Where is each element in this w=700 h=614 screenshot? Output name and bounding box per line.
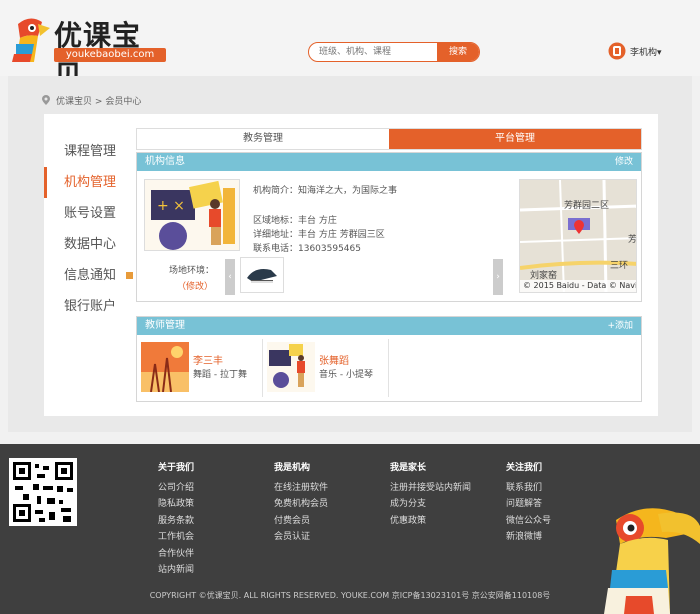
map-label-fang: 芳 (628, 235, 637, 245)
venue-next-arrow[interactable]: › (493, 259, 503, 295)
sidebar-item-account[interactable]: 账号设置 (44, 198, 116, 229)
org-image: + × (144, 179, 240, 251)
venue-edit-link[interactable]: （修改） (177, 279, 213, 292)
footer-link[interactable]: 注册并接受站内新闻 (390, 480, 471, 496)
org-address: 详细地址：丰台 方庄 芳群园三区 (253, 230, 385, 240)
breadcrumb: 优课宝贝 > 会员中心 (42, 94, 141, 107)
music-image-icon (267, 342, 315, 392)
footer-link[interactable]: 新浪微博 (506, 529, 551, 545)
footer-link[interactable]: 服务条款 (158, 513, 194, 529)
venue-label: 场地环境： (169, 266, 215, 276)
footer-link[interactable]: 问题解答 (506, 496, 551, 512)
parrot-logo-icon (12, 18, 50, 62)
dance-image-icon (141, 342, 189, 392)
org-district: 区域地标：丰台 方庄 (253, 216, 337, 226)
search-button[interactable]: 搜索 (437, 43, 479, 61)
footer-heading: 我是机构 (274, 463, 311, 473)
search-input[interactable] (309, 43, 439, 61)
org-intro: 机构简介：知海洋之大，为国际之事 (253, 186, 398, 196)
org-info-title: 机构信息 (145, 156, 185, 167)
footer-heading: 关注我们 (506, 463, 543, 473)
org-map[interactable]: 芳群园二区 芳 刘家窑 三环 © 2015 Baidu - Data © Nav… (519, 179, 637, 293)
breadcrumb-current: 会员中心 (105, 97, 142, 107)
footer-link[interactable]: 在线注册软件 (274, 480, 328, 496)
org-info-header: 机构信息 修改 (137, 153, 641, 171)
footer-link[interactable]: 公司介绍 (158, 480, 194, 496)
qr-code-icon (9, 458, 77, 526)
teacher-photo (267, 342, 315, 392)
sidebar-item-data[interactable]: 数据中心 (44, 229, 116, 260)
svg-text:+ ×: + × (157, 198, 185, 214)
footer-column-follow: 关注我们 联系我们 问题解答 微信公众号 新浪微博 (506, 460, 551, 546)
breadcrumb-home[interactable]: 优课宝贝 (56, 97, 92, 107)
footer-link[interactable]: 优惠政策 (390, 513, 471, 529)
footer-heading: 关于我们 (158, 463, 195, 473)
teacher-section: 教师管理 +添加 李三丰 舞蹈 - 拉丁舞 张舞蹈 音乐 - 小提琴 (136, 316, 642, 402)
org-phone: 联系电话：13603595465 (253, 244, 361, 254)
map-label-area: 芳群园二区 (564, 201, 610, 211)
teacher-desc: 舞蹈 - 拉丁舞 (193, 370, 247, 380)
user-name: 李机构▾ (630, 48, 662, 58)
sidebar: 课程管理 机构管理 账号设置 数据中心 信息通知 银行账户 (44, 136, 133, 322)
member-content: 课程管理 机构管理 账号设置 数据中心 信息通知 银行账户 教务管理 平台管理 … (44, 114, 658, 416)
footer-link[interactable]: 工作机会 (158, 529, 194, 545)
org-info-section: 机构信息 修改 + × 机构简介：知海洋之大，为国际之事 区域地标：丰台 方庄 (136, 152, 642, 302)
teacher-card[interactable]: 张舞蹈 音乐 - 小提琴 (263, 339, 389, 397)
sidebar-item-course[interactable]: 课程管理 (44, 136, 116, 167)
teacher-photo (141, 342, 189, 392)
footer-column-org: 我是机构 在线注册软件 免费机构会员 付费会员 会员认证 (274, 460, 328, 546)
footer-link[interactable]: 免费机构会员 (274, 496, 328, 512)
tab-platform[interactable]: 平台管理 (389, 129, 641, 149)
teacher-title: 教师管理 (145, 320, 185, 331)
teacher-name: 李三丰 (193, 356, 223, 367)
breadcrumb-separator: > (94, 97, 103, 107)
logo-subtitle: youkebaobei.com (54, 48, 166, 62)
main-panel: 优课宝贝 > 会员中心 课程管理 机构管理 账号设置 数据中心 信息通知 银行账… (8, 76, 692, 432)
footer-column-about: 关于我们 公司介绍 隐私政策 服务条款 工作机会 合作伙伴 站内新闻 (158, 460, 194, 578)
map-label-sanhuan: 三环 (610, 261, 629, 271)
footer-link[interactable]: 联系我们 (506, 480, 551, 496)
teacher-card[interactable]: 李三丰 舞蹈 - 拉丁舞 (137, 339, 263, 397)
org-illustration-icon: + × (145, 180, 239, 250)
teacher-desc: 音乐 - 小提琴 (319, 370, 373, 380)
add-teacher-button[interactable]: +添加 (607, 317, 633, 335)
org-edit-button[interactable]: 修改 (615, 153, 633, 171)
sidebar-item-notice-label: 信息通知 (64, 268, 117, 283)
site-header: 优课宝贝 youkebaobei.com 搜索 李机构▾ (0, 0, 700, 92)
footer-link[interactable]: 合作伙伴 (158, 546, 194, 562)
site-logo[interactable]: 优课宝贝 youkebaobei.com (8, 10, 168, 92)
footer-column-parent: 我是家长 注册并接受站内新闻 成为分支 优惠政策 (390, 460, 471, 529)
location-pin-icon (42, 95, 50, 105)
footer-link[interactable]: 隐私政策 (158, 496, 194, 512)
search-bar: 搜索 (308, 42, 480, 62)
venue-thumbnail[interactable] (240, 257, 284, 293)
new-badge-icon (126, 272, 133, 279)
footer-link[interactable]: 成为分支 (390, 496, 471, 512)
user-avatar-icon (608, 42, 626, 60)
footer-link[interactable]: 会员认证 (274, 529, 328, 545)
map-copyright: © 2015 Baidu - Data © Navinfo (520, 280, 636, 292)
venue-prev-arrow[interactable]: ‹ (225, 259, 235, 295)
teacher-name: 张舞蹈 (319, 356, 349, 367)
piano-image-icon (241, 258, 283, 292)
sidebar-item-org[interactable]: 机构管理 (44, 167, 116, 198)
site-footer: 关于我们 公司介绍 隐私政策 服务条款 工作机会 合作伙伴 站内新闻 我是机构 … (0, 444, 700, 614)
tab-academic[interactable]: 教务管理 (137, 129, 389, 149)
teacher-header: 教师管理 +添加 (137, 317, 641, 335)
footer-heading: 我是家长 (390, 463, 427, 473)
sidebar-item-bank[interactable]: 银行账户 (44, 291, 116, 322)
tab-bar: 教务管理 平台管理 (136, 128, 642, 150)
footer-link[interactable]: 微信公众号 (506, 513, 551, 529)
sidebar-item-notice[interactable]: 信息通知 (44, 260, 133, 291)
footer-link[interactable]: 站内新闻 (158, 562, 194, 578)
copyright-text: COPYRIGHT ©优课宝贝. ALL RIGHTS RESERVED. YO… (149, 591, 551, 600)
footer-link[interactable]: 付费会员 (274, 513, 328, 529)
